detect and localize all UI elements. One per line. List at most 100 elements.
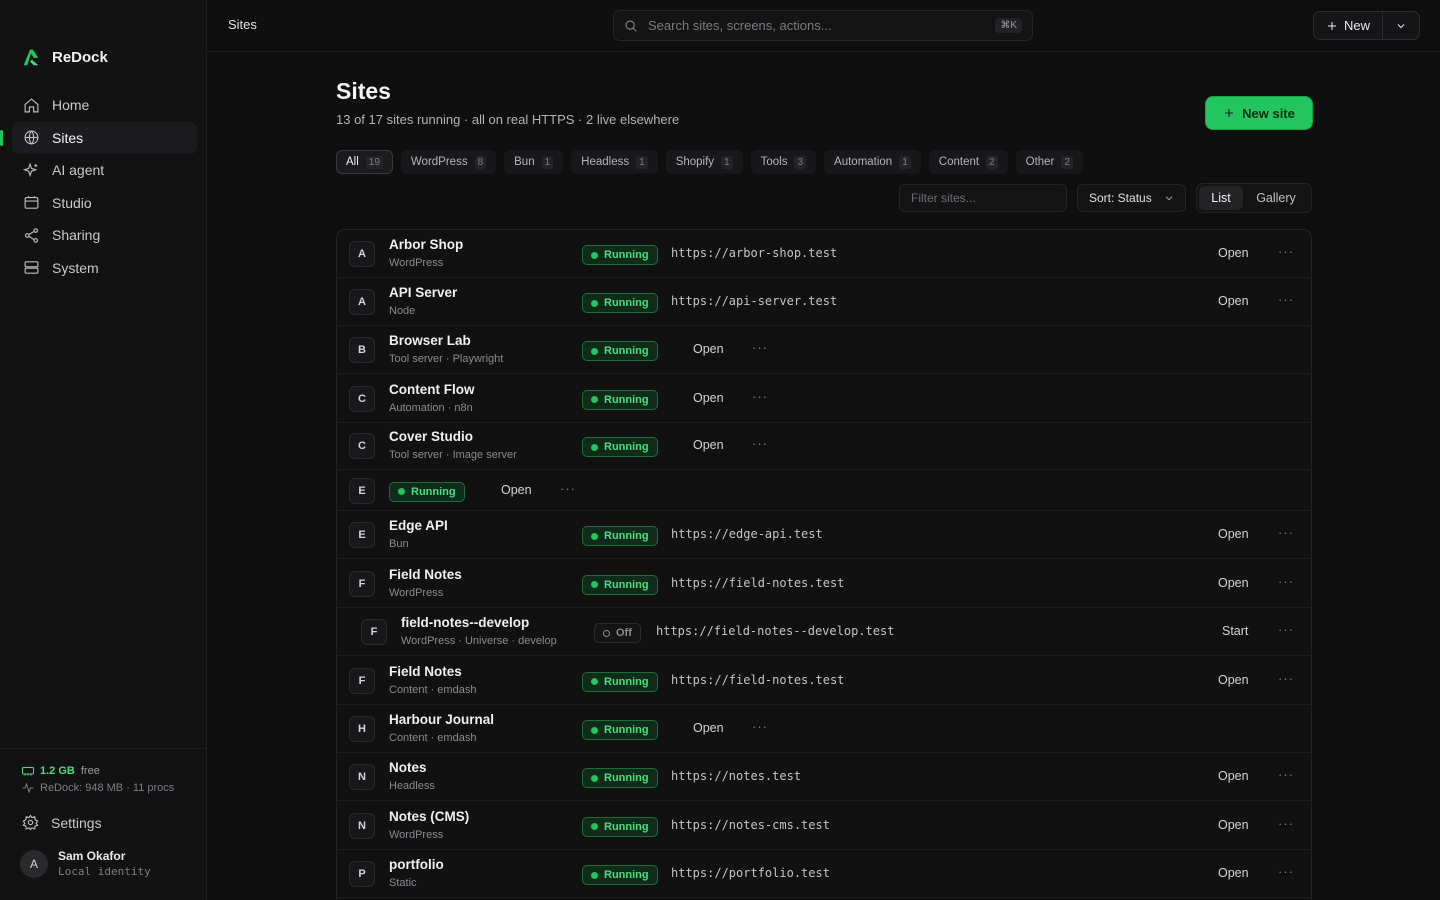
site-row[interactable]: N Notes (CMS) WordPress Running https://note… bbox=[337, 801, 1311, 850]
user-profile[interactable]: A Sam Okafor Local identity bbox=[20, 849, 151, 878]
sort-select[interactable]: Sort: Status bbox=[1077, 184, 1186, 212]
site-row[interactable]: C Content Flow Automation · n8n Running Open… bbox=[337, 374, 1311, 423]
new-site-button[interactable]: New site bbox=[1206, 97, 1312, 129]
site-url[interactable]: https://field-notes--develop.test bbox=[656, 624, 894, 638]
site-url[interactable]: https://arbor-shop.test bbox=[671, 246, 837, 260]
site-name[interactable]: Cover Studio bbox=[389, 429, 473, 444]
open-button[interactable]: Open bbox=[1218, 818, 1249, 832]
settings-link[interactable]: Settings bbox=[22, 814, 102, 831]
site-row[interactable]: B Browser Lab Tool server · Playwright Runn… bbox=[337, 326, 1311, 374]
open-button[interactable]: Open bbox=[501, 483, 532, 497]
more-menu-icon[interactable]: ··· bbox=[1278, 292, 1294, 307]
more-menu-icon[interactable]: ··· bbox=[1278, 525, 1294, 540]
site-url[interactable]: https://notes-cms.test bbox=[671, 818, 830, 832]
more-menu-icon[interactable]: ··· bbox=[1278, 767, 1294, 782]
site-url[interactable]: https://field-notes.test bbox=[671, 576, 844, 590]
status-badge: Running bbox=[582, 671, 658, 692]
site-url[interactable]: https://edge-api.test bbox=[671, 527, 823, 541]
more-menu-icon[interactable]: ··· bbox=[1278, 671, 1294, 686]
site-row[interactable]: C Cover Studio Tool server · Image server R… bbox=[337, 422, 1311, 470]
open-button[interactable]: Open bbox=[1218, 769, 1249, 783]
tab-shopify[interactable]: Shopify 1 bbox=[665, 150, 743, 174]
site-name[interactable]: Edge API bbox=[389, 518, 448, 533]
site-name[interactable]: Field Notes bbox=[389, 664, 462, 679]
open-button[interactable]: Open bbox=[693, 438, 724, 452]
view-list-button[interactable]: List bbox=[1199, 186, 1243, 210]
tab-headless[interactable]: Headless 1 bbox=[571, 150, 658, 174]
open-button[interactable]: Open bbox=[1218, 527, 1249, 541]
more-menu-icon[interactable]: ··· bbox=[752, 719, 768, 734]
tab-count: 1 bbox=[721, 155, 733, 169]
tab-label: Bun bbox=[514, 156, 535, 168]
site-name[interactable]: portfolio bbox=[389, 857, 444, 872]
sidebar-item-ai-agent[interactable]: AI agent bbox=[12, 154, 197, 186]
more-menu-icon[interactable]: ··· bbox=[1278, 574, 1294, 589]
site-url[interactable]: https://notes.test bbox=[671, 769, 801, 783]
tab-automation[interactable]: Automation 1 bbox=[824, 150, 921, 174]
site-row[interactable]: Pportfolio Static Running https://portfolio… bbox=[337, 850, 1311, 898]
site-row[interactable]: E Running Open ··· bbox=[337, 470, 1311, 511]
tab-content[interactable]: Content 2 bbox=[928, 150, 1008, 174]
open-button[interactable]: Open bbox=[1218, 294, 1249, 308]
site-name[interactable]: Arbor Shop bbox=[389, 237, 463, 252]
open-button[interactable]: Open bbox=[693, 391, 724, 405]
sidebar-item-sites[interactable]: Sites bbox=[0, 121, 197, 154]
open-button[interactable]: Open bbox=[1218, 866, 1249, 880]
open-button[interactable]: Open bbox=[1218, 576, 1249, 590]
site-name[interactable]: API Server bbox=[389, 285, 457, 300]
site-row[interactable]: F Field Notes WordPress Running https://fiel… bbox=[337, 559, 1311, 608]
site-name[interactable]: Browser Lab bbox=[389, 333, 471, 348]
tab-bun[interactable]: Bun 1 bbox=[504, 150, 564, 174]
more-menu-icon[interactable]: ··· bbox=[752, 436, 768, 451]
site-row[interactable]: Ffield-notes--develop WordPress · Univers… bbox=[337, 608, 1311, 656]
site-name[interactable]: Harbour Journal bbox=[389, 712, 494, 727]
site-name[interactable]: Field Notes bbox=[389, 567, 462, 582]
site-name[interactable]: field-notes--develop bbox=[401, 615, 529, 630]
site-type: Static bbox=[389, 877, 417, 889]
sidebar-item-system[interactable]: System bbox=[12, 252, 197, 284]
more-menu-icon[interactable]: ··· bbox=[1278, 244, 1294, 259]
open-button[interactable]: Open bbox=[1218, 673, 1249, 687]
sidebar-item-studio[interactable]: Studio bbox=[12, 187, 197, 219]
open-button[interactable]: Open bbox=[693, 721, 724, 735]
view-gallery-button[interactable]: Gallery bbox=[1243, 186, 1309, 210]
search-input[interactable]: Search sites, screens, actions... ⌘K bbox=[613, 10, 1033, 41]
site-row[interactable]: A Arbor Shop WordPress Running https://arbor… bbox=[337, 230, 1311, 278]
site-row[interactable]: F Field Notes Content · emdash Running https… bbox=[337, 656, 1311, 705]
more-menu-icon[interactable]: ··· bbox=[1278, 864, 1294, 879]
sidebar-item-sharing[interactable]: Sharing bbox=[12, 219, 197, 251]
tab-wordpress[interactable]: WordPress 8 bbox=[400, 150, 497, 174]
more-menu-icon[interactable]: ··· bbox=[560, 481, 576, 496]
site-name[interactable]: Notes bbox=[389, 760, 427, 775]
new-button[interactable]: New bbox=[1314, 12, 1383, 39]
status-dot bbox=[591, 678, 598, 685]
site-url[interactable]: https://api-server.test bbox=[671, 294, 837, 308]
site-name[interactable]: Notes (CMS) bbox=[389, 809, 469, 824]
tab-other[interactable]: Other 2 bbox=[1015, 150, 1083, 174]
open-button[interactable]: Open bbox=[693, 342, 724, 356]
sidebar-item-home[interactable]: Home bbox=[12, 89, 197, 121]
site-row[interactable]: H Harbour Journal Content · emdash Running O… bbox=[337, 705, 1311, 753]
chevron-down-icon bbox=[1165, 196, 1173, 201]
more-menu-icon[interactable]: ··· bbox=[752, 340, 768, 355]
more-menu-icon[interactable]: ··· bbox=[1278, 816, 1294, 831]
site-name[interactable]: Content Flow bbox=[389, 382, 474, 397]
tab-count: 2 bbox=[986, 155, 998, 169]
filter-input[interactable]: Filter sites... bbox=[899, 184, 1067, 212]
new-dropdown-button[interactable] bbox=[1383, 12, 1419, 39]
status-label: Running bbox=[411, 485, 456, 498]
tab-all[interactable]: All 19 bbox=[336, 150, 393, 174]
site-url[interactable]: https://portfolio.test bbox=[671, 866, 830, 880]
site-row[interactable]: E Edge API Bun Running https://edge-api.test… bbox=[337, 511, 1311, 559]
more-menu-icon[interactable]: ··· bbox=[752, 389, 768, 404]
sidebar-item-label: AI agent bbox=[52, 162, 105, 178]
site-row[interactable]: N Notes Headless Running https://notes.test O… bbox=[337, 753, 1311, 801]
site-row[interactable]: A API Server Node Running https://api-server… bbox=[337, 278, 1311, 326]
open-button[interactable]: Open bbox=[1218, 246, 1249, 260]
more-menu-icon[interactable]: ··· bbox=[1278, 622, 1294, 637]
tab-tools[interactable]: Tools 3 bbox=[750, 150, 817, 174]
view-toggle: List Gallery bbox=[1196, 183, 1312, 213]
site-url[interactable]: https://field-notes.test bbox=[671, 673, 844, 687]
brand[interactable]: ReDock bbox=[20, 46, 108, 68]
start-button[interactable]: Start bbox=[1222, 624, 1248, 638]
